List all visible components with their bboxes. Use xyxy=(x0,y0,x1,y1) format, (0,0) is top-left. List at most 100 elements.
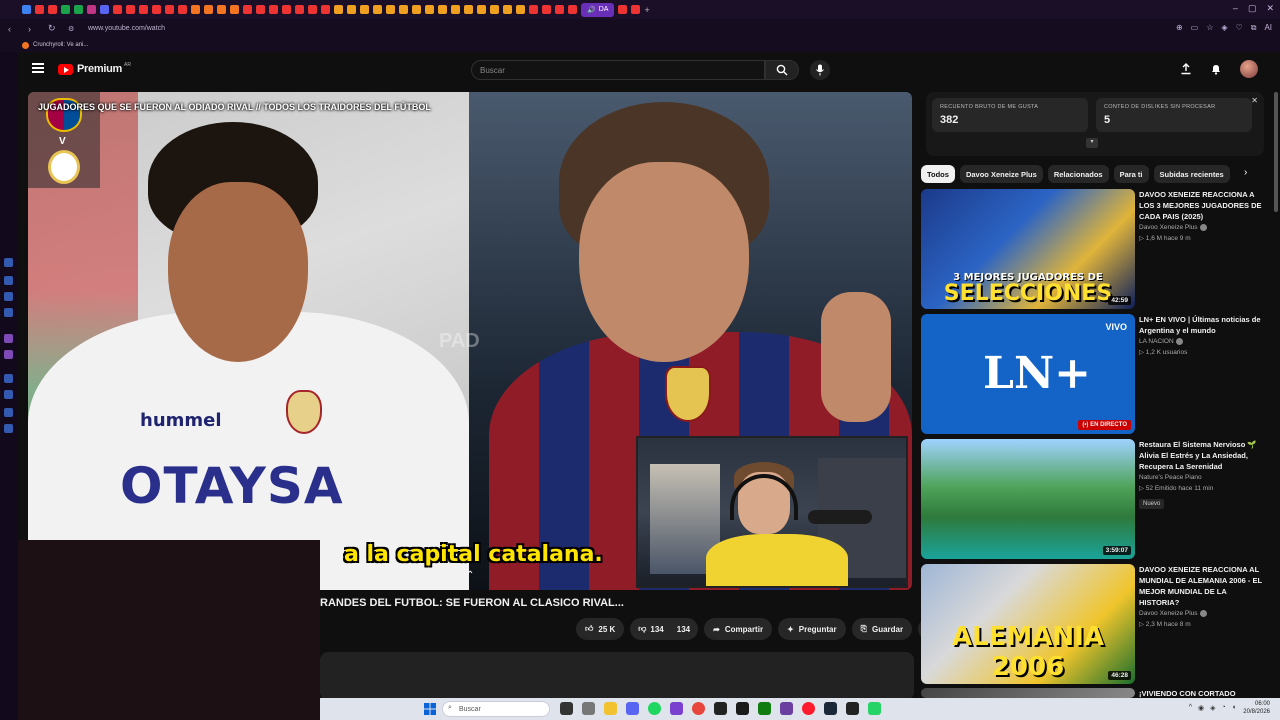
tab-favicon[interactable] xyxy=(113,5,122,14)
bookmark-icon[interactable]: ☆ xyxy=(1206,23,1213,33)
tab-favicon[interactable] xyxy=(516,5,525,14)
tab-favicon[interactable] xyxy=(74,5,83,14)
reload-icon[interactable]: ↻ xyxy=(48,23,60,34)
tab-favicon[interactable] xyxy=(204,5,213,14)
chip-todos[interactable]: Todos xyxy=(921,165,955,183)
windows-start-icon[interactable] xyxy=(424,703,436,715)
bookmark-item[interactable]: Crunchyroll: Ve ani... xyxy=(33,42,88,48)
nvidia-icon[interactable] xyxy=(736,702,749,715)
upload-icon[interactable] xyxy=(1180,63,1192,75)
voice-search-button[interactable] xyxy=(810,60,830,80)
sidebar-app-icon[interactable] xyxy=(4,334,13,343)
chip-channel[interactable]: Davoo Xeneize Plus xyxy=(959,165,1043,183)
tab-favicon[interactable] xyxy=(139,5,148,14)
chip-related[interactable]: Relacionados xyxy=(1047,165,1109,183)
tab-favicon[interactable] xyxy=(334,5,343,14)
tab-favicon[interactable] xyxy=(35,5,44,14)
widgets-icon[interactable] xyxy=(582,702,595,715)
sidebar-app-icon[interactable] xyxy=(4,276,13,285)
taskbar-search[interactable]: ⌕ Buscar xyxy=(442,701,550,717)
chevron-up-icon[interactable]: ⌃ xyxy=(466,570,474,581)
tab-favicon[interactable] xyxy=(490,5,499,14)
tab-favicon[interactable] xyxy=(87,5,96,14)
tab-favicon[interactable] xyxy=(165,5,174,14)
tab-favicon[interactable] xyxy=(529,5,538,14)
page-icon[interactable]: ▭ xyxy=(1191,23,1199,33)
app-tray-icon[interactable]: ◉ xyxy=(1198,704,1204,712)
tab-favicon[interactable] xyxy=(321,5,330,14)
video-title[interactable]: DAVOO XENEIZE REACCIONA A LOS 3 MEJORES … xyxy=(1139,189,1263,222)
tab-favicon[interactable] xyxy=(503,5,512,14)
video-thumbnail[interactable]: 3 MEJORES JUGADORES DE SELECCIONES 42:59 xyxy=(921,189,1135,309)
sidebar-app-icon[interactable] xyxy=(4,292,13,301)
app-icon[interactable] xyxy=(714,702,727,715)
tab-favicon[interactable] xyxy=(386,5,395,14)
tab-favicon[interactable] xyxy=(178,5,187,14)
tab-favicon[interactable] xyxy=(152,5,161,14)
steam-icon[interactable] xyxy=(824,702,837,715)
tab-favicon[interactable] xyxy=(618,5,628,14)
tab-favicon[interactable] xyxy=(438,5,447,14)
extensions-icon[interactable]: ⧉ xyxy=(1251,23,1257,33)
list-item[interactable]: 3:59:07 Restaura El Sistema Nervioso 🌱 A… xyxy=(921,439,1263,559)
scrollbar[interactable] xyxy=(1274,92,1278,212)
chip-recent[interactable]: Subidas recientes xyxy=(1153,165,1230,183)
sidebar-app-icon[interactable] xyxy=(4,258,13,267)
tab-favicon[interactable] xyxy=(48,5,57,14)
notifications-bell-icon[interactable] xyxy=(1210,63,1222,75)
close-icon[interactable]: ✕ xyxy=(1251,96,1258,105)
description-box[interactable] xyxy=(320,652,914,700)
channel-name[interactable]: Nature's Peace Piano xyxy=(1139,474,1263,481)
tab-favicon[interactable] xyxy=(22,5,31,14)
tab-favicon[interactable] xyxy=(568,5,577,14)
search-button[interactable] xyxy=(765,60,799,80)
tab-favicon[interactable] xyxy=(269,5,278,14)
tab-favicon[interactable] xyxy=(308,5,317,14)
chevron-down-icon[interactable]: ▾ xyxy=(1086,138,1098,148)
tab-favicon[interactable] xyxy=(631,5,641,14)
video-thumbnail[interactable]: ALEMANIA 2006 46:28 xyxy=(921,564,1135,684)
discord-icon[interactable] xyxy=(626,702,639,715)
sidebar-app-icon[interactable] xyxy=(4,374,13,383)
tab-favicon[interactable] xyxy=(425,5,434,14)
tab-favicon[interactable] xyxy=(399,5,408,14)
sidebar-app-icon[interactable] xyxy=(4,390,13,399)
app-icon[interactable] xyxy=(780,702,793,715)
sidebar-app-icon[interactable] xyxy=(4,350,13,359)
dislike-button[interactable]: 👎︎ 134 134 xyxy=(630,618,699,640)
list-item[interactable]: ALEMANIA 2006 46:28 DAVOO XENEIZE REACCI… xyxy=(921,564,1263,684)
share-button[interactable]: ➦ Compartir xyxy=(704,618,773,640)
back-icon[interactable]: ‹ xyxy=(8,24,20,34)
url-field[interactable]: www.youtube.com/watch xyxy=(88,25,165,32)
forward-icon[interactable]: › xyxy=(28,24,40,34)
tab-favicon[interactable] xyxy=(477,5,486,14)
channel-name[interactable]: LA NACION xyxy=(1139,338,1263,345)
tab-favicon[interactable] xyxy=(217,5,226,14)
ai-button[interactable]: AI xyxy=(1264,23,1272,33)
video-title[interactable]: LN+ EN VIVO | Últimas noticias de Argent… xyxy=(1139,314,1263,336)
tab-favicon[interactable] xyxy=(555,5,564,14)
minimize-icon[interactable]: – xyxy=(1233,3,1238,14)
tab-favicon[interactable] xyxy=(412,5,421,14)
heart-icon[interactable]: ♡ xyxy=(1236,23,1243,33)
close-window-icon[interactable]: ✕ xyxy=(1266,3,1274,14)
volume-icon[interactable]: ◖ xyxy=(1232,704,1236,712)
active-tab[interactable]: 🔊 DA xyxy=(581,2,615,17)
sidebar-app-icon[interactable] xyxy=(4,408,13,417)
tab-favicon[interactable] xyxy=(282,5,291,14)
tab-favicon[interactable] xyxy=(464,5,473,14)
opera-gx-icon[interactable] xyxy=(802,702,815,715)
wifi-icon[interactable]: ◔ xyxy=(1222,704,1226,712)
video-thumbnail[interactable]: 3:59:07 xyxy=(921,439,1135,559)
video-title[interactable]: DAVOO XENEIZE REACCIONA AL MUNDIAL DE AL… xyxy=(1139,564,1263,608)
channel-name[interactable]: Davoo Xeneize Plus xyxy=(1139,610,1263,617)
new-tab-icon[interactable]: + xyxy=(644,5,649,15)
youtube-logo[interactable]: Premium AR xyxy=(58,62,131,75)
tab-favicon[interactable] xyxy=(360,5,369,14)
shield-icon[interactable]: ◈ xyxy=(1221,23,1227,33)
whatsapp-icon[interactable] xyxy=(868,702,881,715)
list-item[interactable]: ¡VIVIENDO CON CORTADO DOBLE xyxy=(921,688,1263,709)
chrome-icon[interactable] xyxy=(692,702,705,715)
tab-favicon[interactable] xyxy=(451,5,460,14)
file-explorer-icon[interactable] xyxy=(604,702,617,715)
